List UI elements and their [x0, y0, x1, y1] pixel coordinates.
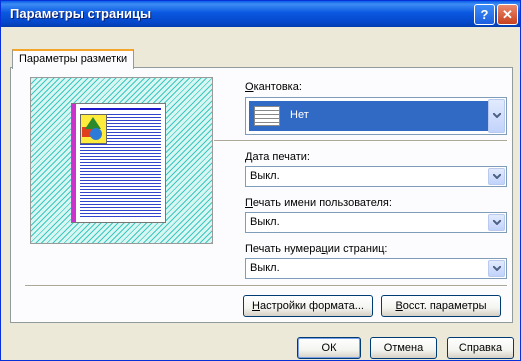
layout-preview [30, 77, 213, 244]
help-icon: ? [480, 7, 489, 22]
help-title-button[interactable]: ? [474, 4, 495, 25]
title-bar[interactable]: Параметры страницы ? ✕ [1, 1, 520, 27]
print-user-value: Выкл. [250, 216, 280, 228]
print-user-select[interactable]: Выкл. [245, 212, 507, 233]
binding-selected-item: Нет [249, 101, 488, 131]
chevron-down-icon[interactable] [488, 168, 505, 185]
chevron-down-icon[interactable] [488, 99, 505, 133]
binding-label: Окантовка: [245, 81, 302, 93]
print-page-num-value: Выкл. [250, 262, 280, 274]
ok-button[interactable]: ОК [297, 337, 361, 359]
print-date-select[interactable]: Выкл. [245, 166, 507, 187]
page-setup-dialog: Параметры страницы ? ✕ Параметры разметк… [0, 0, 521, 361]
print-date-label: Дата печати: [245, 151, 310, 163]
header-line [80, 108, 161, 110]
binding-value: Нет [290, 109, 309, 121]
chevron-down-icon[interactable] [488, 214, 505, 231]
separator [214, 140, 507, 142]
print-page-num-label: Печать нумерации страниц: [245, 243, 388, 255]
close-button[interactable]: ✕ [497, 4, 518, 25]
binding-select[interactable]: Нет [245, 97, 507, 135]
close-icon: ✕ [502, 7, 513, 22]
help-button[interactable]: Справка [447, 337, 514, 359]
page-preview-icon [71, 103, 166, 223]
shapes-image-icon [80, 114, 107, 144]
print-page-num-select[interactable]: Выкл. [245, 258, 507, 279]
tab-layout-settings[interactable]: Параметры разметки [12, 49, 135, 69]
format-settings-button[interactable]: Настройки формата... [243, 295, 373, 317]
binding-margin-marker [72, 104, 76, 222]
chevron-down-icon[interactable] [488, 260, 505, 277]
binding-none-icon [254, 106, 280, 126]
tab-label: Параметры разметки [19, 53, 128, 65]
print-date-value: Выкл. [250, 170, 280, 182]
cancel-button[interactable]: Отмена [370, 337, 437, 359]
window-title: Параметры страницы [10, 6, 152, 21]
separator [25, 285, 507, 287]
restore-defaults-button[interactable]: Восст. параметры [381, 295, 501, 317]
print-user-label: Печать имени пользователя: [245, 197, 392, 209]
